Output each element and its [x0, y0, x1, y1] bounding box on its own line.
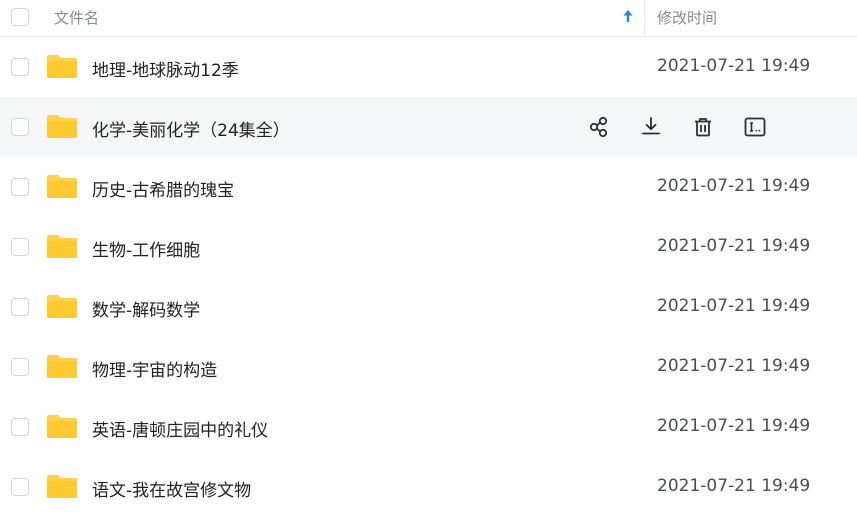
file-name[interactable]: 物理-宇宙的构造 [92, 356, 217, 381]
modified-time: 2021-07-21 19:49 [657, 296, 811, 316]
list-item[interactable]: 数学-解码数学 2021-07-21 19:49 [0, 277, 857, 337]
folder-icon [46, 473, 78, 499]
list-item[interactable]: 物理-宇宙的构造 2021-07-21 19:49 [0, 337, 857, 397]
file-list: 文件名 修改时间 地理-地球脉动12季 2021-07-21 19:49 化学-… [0, 0, 857, 517]
folder-icon [46, 233, 78, 259]
modified-time: 2021-07-21 19:49 [657, 416, 811, 436]
download-icon[interactable] [638, 114, 664, 140]
column-header-modified-time[interactable]: 修改时间 [657, 7, 717, 28]
list-item[interactable]: 历史-古希腊的瑰宝 2021-07-21 19:49 [0, 157, 857, 217]
file-name[interactable]: 英语-唐顿庄园中的礼仪 [92, 416, 268, 441]
row-checkbox[interactable] [11, 118, 29, 136]
file-name[interactable]: 语文-我在故宫修文物 [92, 476, 251, 501]
delete-icon[interactable] [690, 114, 716, 140]
row-checkbox[interactable] [11, 178, 29, 196]
modified-time: 2021-07-21 19:49 [657, 56, 811, 76]
row-checkbox[interactable] [11, 238, 29, 256]
modified-time: 2021-07-21 19:49 [657, 476, 811, 496]
select-all-checkbox[interactable] [11, 8, 29, 26]
folder-icon [46, 53, 78, 79]
row-checkbox[interactable] [11, 298, 29, 316]
column-divider[interactable] [644, 0, 645, 36]
modified-time: 2021-07-21 19:49 [657, 176, 811, 196]
list-item[interactable]: 生物-工作细胞 2021-07-21 19:49 [0, 217, 857, 277]
list-header: 文件名 修改时间 [0, 0, 857, 37]
list-item[interactable]: 地理-地球脉动12季 2021-07-21 19:49 [0, 37, 857, 97]
file-name[interactable]: 历史-古希腊的瑰宝 [92, 176, 234, 201]
file-name[interactable]: 化学-美丽化学（24集全） [92, 116, 290, 141]
rename-icon[interactable] [742, 114, 768, 140]
file-name[interactable]: 数学-解码数学 [92, 296, 200, 321]
row-checkbox[interactable] [11, 58, 29, 76]
list-item[interactable]: 化学-美丽化学（24集全） [0, 97, 857, 157]
folder-icon [46, 173, 78, 199]
list-item[interactable]: 语文-我在故宫修文物 2021-07-21 19:49 [0, 457, 857, 517]
folder-icon [46, 413, 78, 439]
modified-time: 2021-07-21 19:49 [657, 356, 811, 376]
share-icon[interactable] [586, 114, 612, 140]
row-checkbox[interactable] [11, 358, 29, 376]
column-header-name[interactable]: 文件名 [54, 7, 99, 28]
row-checkbox[interactable] [11, 478, 29, 496]
folder-icon [46, 293, 78, 319]
modified-time: 2021-07-21 19:49 [657, 236, 811, 256]
folder-icon [46, 353, 78, 379]
sort-ascending-icon[interactable] [620, 7, 636, 25]
row-checkbox[interactable] [11, 418, 29, 436]
folder-icon [46, 113, 78, 139]
file-name[interactable]: 地理-地球脉动12季 [92, 56, 239, 81]
file-name[interactable]: 生物-工作细胞 [92, 236, 200, 261]
list-item[interactable]: 英语-唐顿庄园中的礼仪 2021-07-21 19:49 [0, 397, 857, 457]
